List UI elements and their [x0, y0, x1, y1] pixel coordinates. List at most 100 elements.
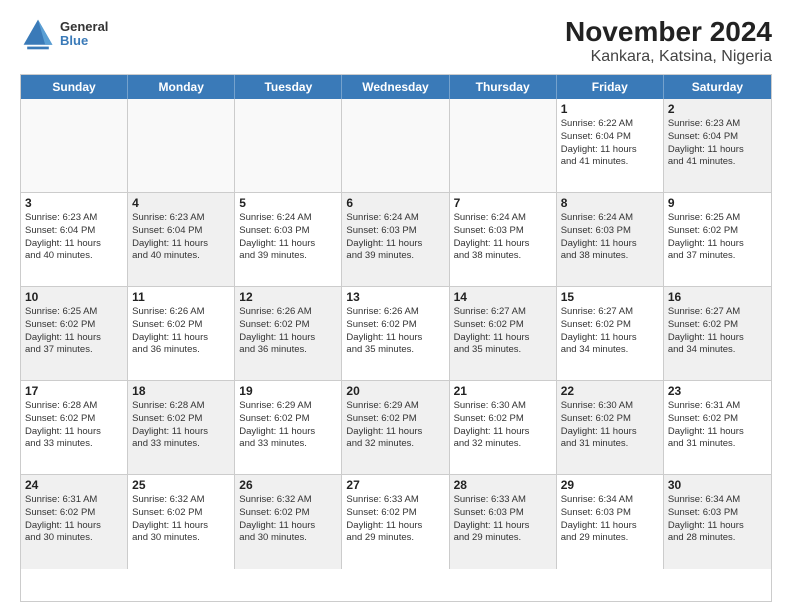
cal-cell-r0-c1: [128, 99, 235, 192]
day-info: Sunrise: 6:23 AM Sunset: 6:04 PM Dayligh…: [25, 212, 123, 263]
day-info: Sunrise: 6:33 AM Sunset: 6:02 PM Dayligh…: [346, 494, 444, 545]
cal-cell-r4-c6: 30 Sunrise: 6:34 AM Sunset: 6:03 PM Dayli…: [664, 475, 771, 569]
cal-cell-r0-c5: 1 Sunrise: 6:22 AM Sunset: 6:04 PM Daylig…: [557, 99, 664, 192]
cal-header-cell-wednesday: Wednesday: [342, 75, 449, 99]
cal-cell-r1-c1: 4 Sunrise: 6:23 AM Sunset: 6:04 PM Daylig…: [128, 193, 235, 286]
day-number: 28: [454, 478, 552, 492]
header: General Blue November 2024 Kankara, Kats…: [20, 16, 772, 66]
day-number: 26: [239, 478, 337, 492]
day-number: 1: [561, 102, 659, 116]
day-info: Sunrise: 6:24 AM Sunset: 6:03 PM Dayligh…: [346, 212, 444, 263]
logo-line1: General: [60, 20, 108, 34]
day-info: Sunrise: 6:22 AM Sunset: 6:04 PM Dayligh…: [561, 118, 659, 169]
day-number: 16: [668, 290, 767, 304]
day-info: Sunrise: 6:34 AM Sunset: 6:03 PM Dayligh…: [561, 494, 659, 545]
cal-cell-r3-c2: 19 Sunrise: 6:29 AM Sunset: 6:02 PM Dayli…: [235, 381, 342, 474]
calendar-row-2: 10Sunrise: 6:25 AM Sunset: 6:02 PM Dayli…: [21, 287, 771, 381]
cal-cell-r0-c6: 2Sunrise: 6:23 AM Sunset: 6:04 PM Daylig…: [664, 99, 771, 192]
day-number: 17: [25, 384, 123, 398]
day-info: Sunrise: 6:32 AM Sunset: 6:02 PM Dayligh…: [239, 494, 337, 545]
day-info: Sunrise: 6:25 AM Sunset: 6:02 PM Dayligh…: [25, 306, 123, 357]
day-number: 7: [454, 196, 552, 210]
day-info: Sunrise: 6:27 AM Sunset: 6:02 PM Dayligh…: [454, 306, 552, 357]
day-number: 12: [239, 290, 337, 304]
calendar: SundayMondayTuesdayWednesdayThursdayFrid…: [20, 74, 772, 602]
cal-header-cell-thursday: Thursday: [450, 75, 557, 99]
cal-cell-r4-c4: 28 Sunrise: 6:33 AM Sunset: 6:03 PM Dayli…: [450, 475, 557, 569]
cal-cell-r0-c2: [235, 99, 342, 192]
cal-cell-r3-c0: 17 Sunrise: 6:28 AM Sunset: 6:02 PM Dayli…: [21, 381, 128, 474]
day-info: Sunrise: 6:26 AM Sunset: 6:02 PM Dayligh…: [239, 306, 337, 357]
day-info: Sunrise: 6:23 AM Sunset: 6:04 PM Dayligh…: [132, 212, 230, 263]
day-number: 23: [668, 384, 767, 398]
cal-cell-r2-c6: 16Sunrise: 6:27 AM Sunset: 6:02 PM Dayli…: [664, 287, 771, 380]
cal-cell-r2-c3: 13Sunrise: 6:26 AM Sunset: 6:02 PM Dayli…: [342, 287, 449, 380]
day-number: 20: [346, 384, 444, 398]
day-info: Sunrise: 6:30 AM Sunset: 6:02 PM Dayligh…: [561, 400, 659, 451]
cal-cell-r1-c0: 3 Sunrise: 6:23 AM Sunset: 6:04 PM Daylig…: [21, 193, 128, 286]
cal-header-cell-monday: Monday: [128, 75, 235, 99]
cal-cell-r3-c5: 22 Sunrise: 6:30 AM Sunset: 6:02 PM Dayli…: [557, 381, 664, 474]
logo-icon: [20, 16, 56, 52]
day-number: 21: [454, 384, 552, 398]
cal-cell-r3-c1: 18Sunrise: 6:28 AM Sunset: 6:02 PM Dayli…: [128, 381, 235, 474]
cal-cell-r1-c2: 5 Sunrise: 6:24 AM Sunset: 6:03 PM Daylig…: [235, 193, 342, 286]
page: General Blue November 2024 Kankara, Kats…: [0, 0, 792, 612]
day-info: Sunrise: 6:23 AM Sunset: 6:04 PM Dayligh…: [668, 118, 767, 169]
cal-cell-r0-c4: [450, 99, 557, 192]
cal-cell-r1-c4: 7Sunrise: 6:24 AM Sunset: 6:03 PM Daylig…: [450, 193, 557, 286]
cal-header-cell-friday: Friday: [557, 75, 664, 99]
day-number: 3: [25, 196, 123, 210]
calendar-title: November 2024: [565, 16, 772, 48]
day-number: 30: [668, 478, 767, 492]
cal-cell-r0-c0: [21, 99, 128, 192]
calendar-subtitle: Kankara, Katsina, Nigeria: [565, 48, 772, 66]
cal-cell-r4-c5: 29 Sunrise: 6:34 AM Sunset: 6:03 PM Dayli…: [557, 475, 664, 569]
day-info: Sunrise: 6:34 AM Sunset: 6:03 PM Dayligh…: [668, 494, 767, 545]
title-block: November 2024 Kankara, Katsina, Nigeria: [565, 16, 772, 66]
cal-header-cell-saturday: Saturday: [664, 75, 771, 99]
cal-cell-r2-c4: 14Sunrise: 6:27 AM Sunset: 6:02 PM Dayli…: [450, 287, 557, 380]
cal-cell-r4-c2: 26 Sunrise: 6:32 AM Sunset: 6:02 PM Dayli…: [235, 475, 342, 569]
day-number: 11: [132, 290, 230, 304]
logo: General Blue: [20, 16, 108, 52]
day-info: Sunrise: 6:30 AM Sunset: 6:02 PM Dayligh…: [454, 400, 552, 451]
cal-cell-r1-c6: 9 Sunrise: 6:25 AM Sunset: 6:02 PM Daylig…: [664, 193, 771, 286]
logo-line2: Blue: [60, 34, 108, 48]
cal-cell-r4-c3: 27 Sunrise: 6:33 AM Sunset: 6:02 PM Dayli…: [342, 475, 449, 569]
cal-cell-r3-c6: 23 Sunrise: 6:31 AM Sunset: 6:02 PM Dayli…: [664, 381, 771, 474]
day-number: 4: [132, 196, 230, 210]
day-info: Sunrise: 6:24 AM Sunset: 6:03 PM Dayligh…: [561, 212, 659, 263]
day-number: 5: [239, 196, 337, 210]
day-info: Sunrise: 6:31 AM Sunset: 6:02 PM Dayligh…: [25, 494, 123, 545]
day-info: Sunrise: 6:29 AM Sunset: 6:02 PM Dayligh…: [346, 400, 444, 451]
day-info: Sunrise: 6:31 AM Sunset: 6:02 PM Dayligh…: [668, 400, 767, 451]
day-info: Sunrise: 6:26 AM Sunset: 6:02 PM Dayligh…: [132, 306, 230, 357]
calendar-row-3: 17 Sunrise: 6:28 AM Sunset: 6:02 PM Dayli…: [21, 381, 771, 475]
day-number: 27: [346, 478, 444, 492]
day-info: Sunrise: 6:33 AM Sunset: 6:03 PM Dayligh…: [454, 494, 552, 545]
day-number: 19: [239, 384, 337, 398]
day-info: Sunrise: 6:25 AM Sunset: 6:02 PM Dayligh…: [668, 212, 767, 263]
cal-cell-r2-c5: 15Sunrise: 6:27 AM Sunset: 6:02 PM Dayli…: [557, 287, 664, 380]
day-info: Sunrise: 6:24 AM Sunset: 6:03 PM Dayligh…: [239, 212, 337, 263]
cal-cell-r4-c0: 24Sunrise: 6:31 AM Sunset: 6:02 PM Dayli…: [21, 475, 128, 569]
day-info: Sunrise: 6:26 AM Sunset: 6:02 PM Dayligh…: [346, 306, 444, 357]
day-info: Sunrise: 6:27 AM Sunset: 6:02 PM Dayligh…: [561, 306, 659, 357]
calendar-row-0: 1 Sunrise: 6:22 AM Sunset: 6:04 PM Daylig…: [21, 99, 771, 193]
cal-cell-r3-c3: 20 Sunrise: 6:29 AM Sunset: 6:02 PM Dayli…: [342, 381, 449, 474]
calendar-header-row: SundayMondayTuesdayWednesdayThursdayFrid…: [21, 75, 771, 99]
cal-cell-r1-c5: 8 Sunrise: 6:24 AM Sunset: 6:03 PM Daylig…: [557, 193, 664, 286]
cal-header-cell-tuesday: Tuesday: [235, 75, 342, 99]
cal-header-cell-sunday: Sunday: [21, 75, 128, 99]
day-info: Sunrise: 6:29 AM Sunset: 6:02 PM Dayligh…: [239, 400, 337, 451]
day-info: Sunrise: 6:28 AM Sunset: 6:02 PM Dayligh…: [25, 400, 123, 451]
calendar-body: 1 Sunrise: 6:22 AM Sunset: 6:04 PM Daylig…: [21, 99, 771, 569]
logo-text: General Blue: [60, 20, 108, 49]
day-number: 29: [561, 478, 659, 492]
day-number: 8: [561, 196, 659, 210]
day-number: 22: [561, 384, 659, 398]
day-number: 9: [668, 196, 767, 210]
cal-cell-r0-c3: [342, 99, 449, 192]
day-number: 6: [346, 196, 444, 210]
